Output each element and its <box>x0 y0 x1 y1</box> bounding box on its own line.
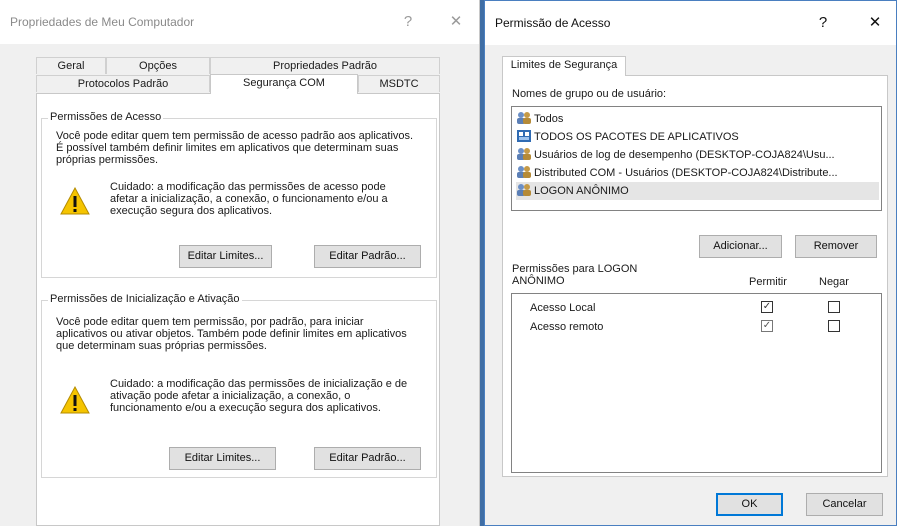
cancel-button[interactable]: Cancelar <box>806 493 883 516</box>
dialog-button-bar: OK Cancelar <box>485 485 896 525</box>
launch-edit-default-button[interactable]: Editar Padrão... <box>314 447 421 470</box>
remove-button[interactable]: Remover <box>795 235 877 258</box>
close-button[interactable]: ✕ <box>860 10 890 36</box>
tab-opcoes[interactable]: Opções <box>106 57 210 74</box>
launch-activation-title: Permissões de Inicialização e Ativação <box>48 293 242 305</box>
access-permission-dialog: Permissão de Acesso ? ✕ Limites de Segur… <box>484 0 897 526</box>
tab-limites-seguranca[interactable]: Limites de Segurança <box>502 56 626 76</box>
list-item[interactable]: Distributed COM - Usuários (DESKTOP-COJA… <box>516 164 879 182</box>
tab-propriedades-padrao[interactable]: Propriedades Padrão <box>210 57 440 74</box>
tab-geral[interactable]: Geral <box>36 57 106 74</box>
permissions-list: Acesso Local ✓ Acesso remoto ✓ <box>511 293 882 473</box>
users-icon <box>517 112 531 124</box>
users-icon <box>517 166 531 178</box>
seguranca-com-panel: Permissões de Acesso Você pode editar qu… <box>36 93 440 526</box>
access-permission-titlebar[interactable]: Permissão de Acesso ? ✕ <box>485 1 896 45</box>
access-permissions-group: Permissões de Acesso Você pode editar qu… <box>41 111 437 278</box>
launch-activation-warning: Cuidado: a modificação das permissões de… <box>110 378 408 414</box>
help-button[interactable]: ? <box>808 10 838 36</box>
launch-activation-group: Permissões de Inicialização e Ativação V… <box>41 293 437 478</box>
access-permissions-description: Você pode editar quem tem permissão de a… <box>56 130 414 166</box>
users-list[interactable]: Todos TODOS OS PACOTES DE APLICATIVOS Us… <box>511 106 882 211</box>
user-name: Distributed COM - Usuários (DESKTOP-COJA… <box>534 167 838 179</box>
list-item[interactable]: LOGON ANÔNIMO <box>516 182 879 200</box>
access-edit-default-button[interactable]: Editar Padrão... <box>314 245 421 268</box>
warning-icon <box>60 386 90 414</box>
access-permissions-warning: Cuidado: a modificação das permissões de… <box>110 181 388 217</box>
tab-protocolos-padrao[interactable]: Protocolos Padrão <box>36 75 210 92</box>
tab-seguranca-com[interactable]: Segurança COM <box>210 74 358 94</box>
properties-title: Propriedades de Meu Computador <box>10 15 195 29</box>
access-permissions-title: Permissões de Acesso <box>48 111 164 123</box>
ok-button[interactable]: OK <box>716 493 783 516</box>
users-icon <box>517 148 531 160</box>
user-name: Usuários de log de desempenho (DESKTOP-C… <box>534 149 835 161</box>
warning-icon <box>60 187 90 215</box>
user-name: LOGON ANÔNIMO <box>534 185 629 197</box>
list-item[interactable]: TODOS OS PACOTES DE APLICATIVOS <box>516 128 879 146</box>
users-label: Nomes de grupo ou de usuário: <box>512 88 667 100</box>
user-name: Todos <box>534 113 564 125</box>
deny-local-checkbox[interactable] <box>828 301 840 313</box>
allow-header: Permitir <box>749 276 787 288</box>
launch-activation-description: Você pode editar quem tem permissão, por… <box>56 316 407 352</box>
deny-remote-checkbox[interactable] <box>828 320 840 332</box>
list-item[interactable]: Usuários de log de desempenho (DESKTOP-C… <box>516 146 879 164</box>
properties-dialog: Propriedades de Meu Computador ? ✕ Geral… <box>0 0 480 526</box>
user-name: TODOS OS PACOTES DE APLICATIVOS <box>534 131 739 143</box>
security-limits-panel: Nomes de grupo ou de usuário: Todos TODO… <box>502 75 888 477</box>
access-edit-limits-button[interactable]: Editar Limites... <box>179 245 272 268</box>
permission-name: Acesso remoto <box>530 321 604 333</box>
app-packages-icon <box>517 130 531 142</box>
list-item[interactable]: Todos <box>516 110 879 128</box>
allow-remote-checkbox[interactable]: ✓ <box>761 320 773 332</box>
permission-name: Acesso Local <box>530 302 596 314</box>
permissions-for-label-line2: ANÔNIMO <box>512 275 565 287</box>
help-button[interactable]: ? <box>393 9 423 35</box>
permissions-for-label-line1: Permissões para LOGON <box>512 263 638 275</box>
deny-header: Negar <box>819 276 849 288</box>
users-icon <box>517 184 531 196</box>
access-permission-title: Permissão de Acesso <box>495 16 611 30</box>
allow-local-checkbox[interactable]: ✓ <box>761 301 773 313</box>
add-button[interactable]: Adicionar... <box>699 235 782 258</box>
launch-edit-limits-button[interactable]: Editar Limites... <box>169 447 276 470</box>
tab-msdtc[interactable]: MSDTC <box>358 75 440 92</box>
close-button[interactable]: ✕ <box>441 9 471 35</box>
properties-titlebar[interactable]: Propriedades de Meu Computador ? ✕ <box>0 0 479 44</box>
